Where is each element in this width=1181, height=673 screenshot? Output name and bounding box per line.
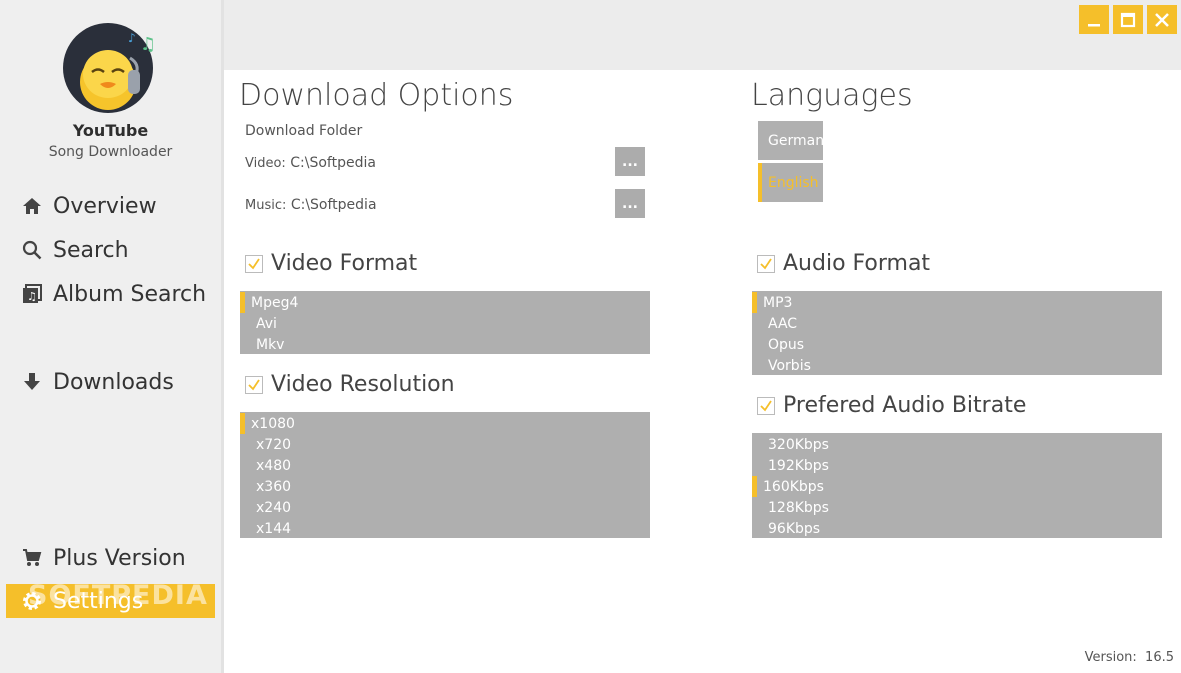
browse-video-folder-button[interactable]: ...: [615, 147, 645, 176]
checkmark-icon: [248, 379, 260, 390]
list-item[interactable]: 320Kbps: [752, 434, 1162, 455]
title-bar: [224, 0, 1181, 70]
list-item[interactable]: 192Kbps: [752, 455, 1162, 476]
svg-text:♫: ♫: [140, 34, 156, 55]
close-icon: [1155, 12, 1169, 27]
minimize-icon: [1088, 23, 1100, 26]
download-folder-label: Download Folder: [245, 123, 363, 139]
app-name: YouTube: [72, 121, 149, 140]
list-item[interactable]: x480: [240, 455, 650, 476]
sidebar-item-label: Downloads: [53, 369, 174, 395]
list-item[interactable]: x720: [240, 434, 650, 455]
close-button[interactable]: [1147, 5, 1177, 34]
download-options-title: Download Options: [239, 78, 514, 113]
music-folder-row: Music: C:\Softpedia: [245, 197, 377, 213]
app-subtitle: Song Downloader: [48, 144, 173, 160]
audio-format-list[interactable]: MP3 AAC Opus Vorbis: [752, 291, 1162, 375]
language-german-button[interactable]: German: [758, 121, 823, 160]
language-english-button[interactable]: English: [758, 163, 823, 202]
sidebar-item-settings[interactable]: Settings: [6, 584, 215, 618]
checkmark-icon: [248, 258, 260, 269]
audio-format-header: Audio Format: [757, 251, 930, 276]
sidebar-divider: [221, 0, 224, 673]
svg-text:♪: ♪: [128, 31, 136, 45]
list-item[interactable]: Opus: [752, 334, 1162, 355]
video-format-header: Video Format: [245, 251, 417, 276]
audio-format-checkbox[interactable]: [757, 254, 775, 273]
sidebar-item-album-search[interactable]: ♫ Album Search: [6, 277, 215, 311]
browse-music-folder-button[interactable]: ...: [615, 189, 645, 218]
list-item[interactable]: Mkv: [240, 334, 650, 355]
list-item[interactable]: MP3: [752, 292, 1162, 313]
video-resolution-title: Video Resolution: [271, 372, 455, 397]
languages-title: Languages: [751, 78, 913, 113]
maximize-icon: [1120, 12, 1136, 27]
sidebar-item-plus-version[interactable]: Plus Version: [6, 541, 215, 575]
list-item[interactable]: x144: [240, 518, 650, 539]
audio-format-title: Audio Format: [783, 251, 931, 276]
version-label: Version:: [1084, 650, 1137, 665]
sidebar-item-downloads[interactable]: Downloads: [6, 365, 215, 399]
video-format-checkbox[interactable]: [245, 254, 263, 273]
list-item[interactable]: Avi: [240, 313, 650, 334]
gear-icon: [21, 590, 43, 612]
checkmark-icon: [760, 400, 772, 411]
video-resolution-header: Video Resolution: [245, 372, 455, 397]
minimize-button[interactable]: [1079, 5, 1109, 34]
video-format-title: Video Format: [271, 251, 418, 276]
audio-bitrate-checkbox[interactable]: [757, 396, 775, 415]
list-item[interactable]: x240: [240, 497, 650, 518]
video-folder-label: Video:: [245, 156, 286, 171]
sidebar-item-label: Settings: [53, 588, 144, 614]
list-item[interactable]: Vorbis: [752, 355, 1162, 376]
audio-bitrate-list[interactable]: 320Kbps 192Kbps 160Kbps 128Kbps 96Kbps: [752, 433, 1162, 538]
music-folder-label: Music:: [245, 198, 287, 213]
video-folder-path: C:\Softpedia: [290, 155, 376, 171]
list-item[interactable]: 160Kbps: [752, 476, 1162, 497]
sidebar-item-label: Search: [53, 237, 129, 263]
home-icon: [21, 195, 43, 217]
list-item[interactable]: 96Kbps: [752, 518, 1162, 539]
list-item[interactable]: x1080: [240, 413, 650, 434]
list-item[interactable]: AAC: [752, 313, 1162, 334]
svg-text:♫: ♫: [27, 290, 37, 303]
version-info: Version: 16.5: [1085, 650, 1174, 665]
search-icon: [21, 239, 43, 261]
list-item[interactable]: Mpeg4: [240, 292, 650, 313]
sidebar-item-search[interactable]: Search: [6, 233, 215, 267]
video-format-list[interactable]: Mpeg4 Avi Mkv: [240, 291, 650, 354]
list-item[interactable]: x360: [240, 476, 650, 497]
video-resolution-checkbox[interactable]: [245, 375, 263, 394]
cart-icon: [21, 547, 43, 569]
sidebar-item-label: Album Search: [53, 281, 207, 307]
sidebar: ♫ ♪ YouTube Song Downloader Overview Sea…: [0, 0, 221, 673]
sidebar-item-label: Plus Version: [53, 545, 186, 571]
video-folder-row: Video: C:\Softpedia: [245, 155, 376, 171]
sidebar-item-overview[interactable]: Overview: [6, 189, 215, 223]
audio-bitrate-title: Prefered Audio Bitrate: [783, 393, 1027, 418]
version-number: 16.5: [1145, 650, 1174, 665]
music-folder-path: C:\Softpedia: [290, 197, 377, 213]
audio-bitrate-header: Prefered Audio Bitrate: [757, 393, 1026, 418]
download-arrow-icon: [21, 371, 43, 393]
album-icon: ♫: [21, 283, 43, 305]
maximize-button[interactable]: [1113, 5, 1143, 34]
video-resolution-list[interactable]: x1080 x720 x480 x360 x240 x144: [240, 412, 650, 538]
checkmark-icon: [760, 258, 772, 269]
list-item[interactable]: 128Kbps: [752, 497, 1162, 518]
app-logo-icon: ♫ ♪: [63, 23, 156, 113]
sidebar-item-label: Overview: [53, 193, 157, 219]
